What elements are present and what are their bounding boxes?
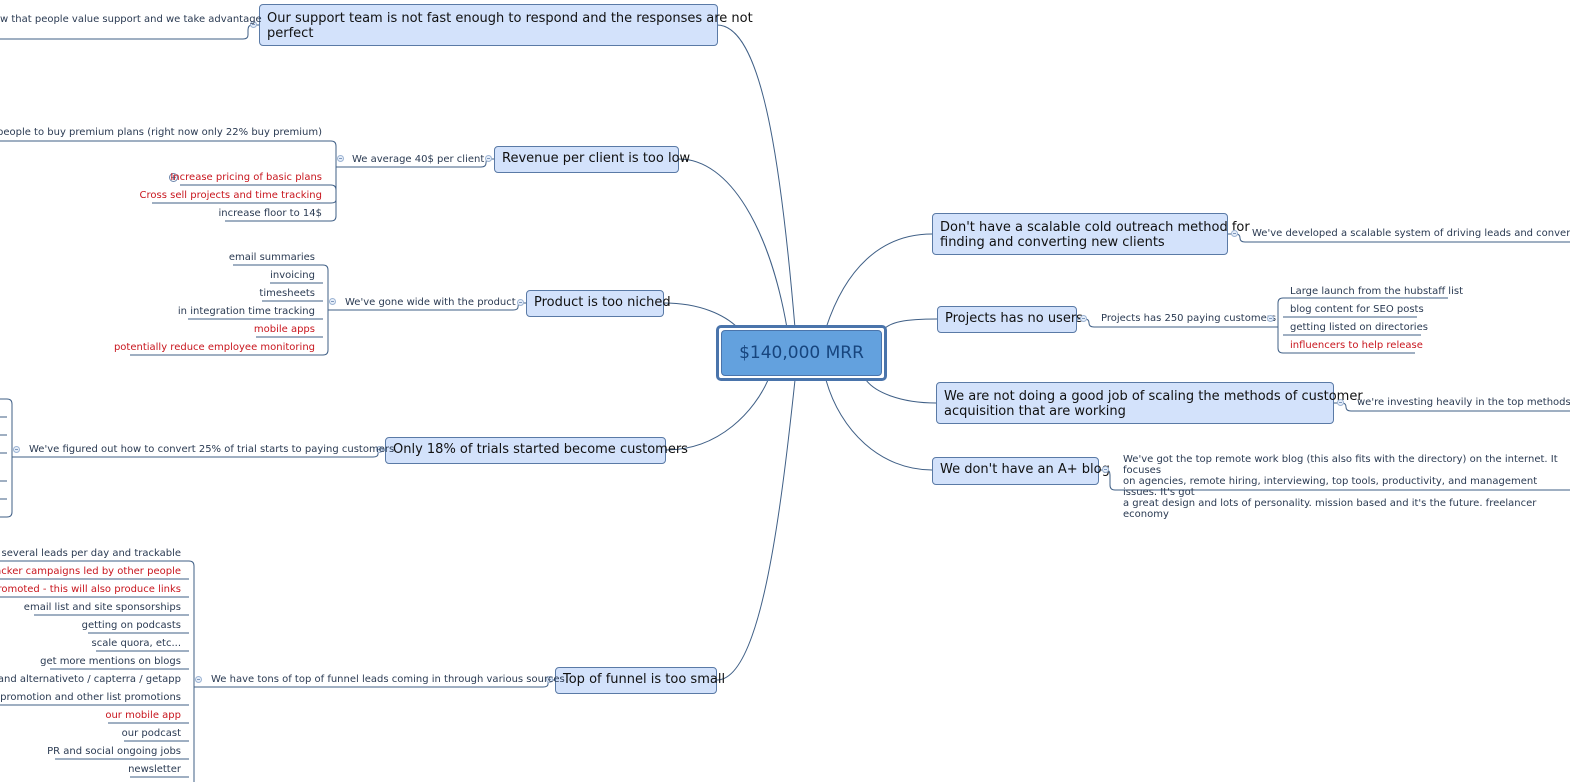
outreach-subtopic[interactable]: We've developed a scalable system of dri…	[1252, 228, 1570, 240]
collapse-toggle-icon[interactable]	[517, 299, 524, 306]
funnel-subtopic[interactable]: We have tons of top of funnel leads comi…	[211, 674, 565, 686]
funnel-leaf[interactable]: get more mentions on blogs	[40, 656, 181, 668]
link-revenue	[678, 158, 788, 329]
collapse-toggle-icon[interactable]	[329, 298, 336, 305]
collapse-toggle-icon[interactable]	[1080, 315, 1087, 322]
topic-support-line1: Our support team is not fast enough to r…	[267, 11, 753, 26]
projects-subtopic[interactable]: Projects has 250 paying customers	[1101, 313, 1276, 325]
support-subtopic[interactable]: w that people value support and we take …	[0, 14, 262, 26]
link-outreach	[825, 233, 933, 329]
projects-leaf[interactable]: getting listed on directories	[1290, 322, 1428, 334]
link-support	[716, 24, 796, 329]
collapse-toggle-icon[interactable]	[337, 155, 344, 162]
niched-leaf[interactable]: invoicing	[270, 270, 315, 282]
projects-leaf[interactable]: Large launch from the hubstaff list	[1290, 286, 1463, 298]
funnel-leaf[interactable]: PR and social ongoing jobs	[47, 746, 181, 758]
topic-support[interactable]: Our support team is not fast enough to r…	[259, 4, 753, 46]
topic-blog[interactable]: We don't have an A+ blog	[932, 457, 1110, 485]
topic-niched[interactable]: Product is too niched	[526, 290, 671, 317]
projects-leaf[interactable]: blog content for SEO posts	[1290, 304, 1424, 316]
funnel-leaf[interactable]: send several leads per day and trackable	[0, 548, 181, 560]
funnel-leaf[interactable]: our mobile app	[105, 710, 181, 722]
topic-scaling-line2: acquisition that are working	[944, 404, 1126, 419]
niched-leaf[interactable]: email summaries	[229, 252, 315, 264]
funnel-leaf[interactable]: our podcast	[122, 728, 181, 740]
funnel-leaf[interactable]: getting on podcasts	[82, 620, 181, 632]
niched-leaf[interactable]: timesheets	[259, 288, 315, 300]
topic-funnel[interactable]: Top of funnel is too small	[555, 667, 725, 694]
niched-subtopic[interactable]: We've gone wide with the product	[345, 297, 516, 309]
link-funnel	[716, 379, 796, 681]
niched-leaf[interactable]: mobile apps	[254, 324, 315, 336]
projects-leaf[interactable]: influencers to help release	[1290, 340, 1423, 352]
funnel-leaf[interactable]: email list and site sponsorships	[24, 602, 181, 614]
topic-outreach[interactable]: Don't have a scalable cold outreach meth…	[932, 213, 1250, 255]
topic-support-line2: perfect	[267, 26, 314, 41]
revenue-leaf[interactable]: Increase pricing of basic plans	[170, 172, 322, 184]
collapse-toggle-icon[interactable]	[195, 676, 202, 683]
link-trials	[665, 379, 769, 451]
link-blog	[825, 379, 933, 471]
trials-subtopic[interactable]: We've figured out how to convert 25% of …	[29, 444, 394, 456]
topic-outreach-line1: Don't have a scalable cold outreach meth…	[940, 220, 1250, 235]
topic-projects[interactable]: Projects has no users	[937, 306, 1083, 333]
topic-outreach-line2: finding and converting new clients	[940, 235, 1165, 250]
funnel-leaf[interactable]: mo promotion and other list promotions	[0, 692, 181, 704]
collapse-toggle-icon[interactable]	[1337, 399, 1344, 406]
niched-leaf[interactable]: potentially reduce employee monitoring	[114, 342, 315, 354]
topic-revenue[interactable]: Revenue per client is too low	[494, 146, 690, 173]
revenue-subtopic[interactable]: We average 40$ per client	[352, 154, 484, 166]
revenue-leaf[interactable]: increase floor to 14$	[219, 208, 322, 220]
topic-scaling[interactable]: We are not doing a good job of scaling t…	[936, 382, 1363, 424]
collapse-toggle-icon[interactable]	[13, 446, 20, 453]
collapse-toggle-icon[interactable]	[1267, 315, 1274, 322]
blog-subtopic-line1: We've got the top remote work blog (this…	[1123, 454, 1558, 476]
central-topic-label: $140,000 MRR	[721, 330, 882, 376]
collapse-toggle-icon[interactable]	[485, 155, 492, 162]
scaling-subtopic[interactable]: we're investing heavily in the top metho…	[1357, 397, 1570, 409]
topic-scaling-line1: We are not doing a good job of scaling t…	[944, 389, 1363, 404]
collapse-toggle-icon[interactable]	[1231, 230, 1238, 237]
blog-subtopic-line3: a great design and lots of personality. …	[1123, 498, 1537, 520]
link-projects	[882, 318, 938, 331]
link-scaling	[865, 379, 937, 404]
funnel-leaf[interactable]: h hacker campaigns led by other people	[0, 566, 181, 578]
funnel-leaf[interactable]: newsletter	[128, 764, 181, 776]
blog-subtopic-line2: on agencies, remote hiring, interviewing…	[1123, 476, 1538, 498]
funnel-leaf[interactable]: e promoted - this will also produce link…	[0, 584, 181, 596]
central-topic[interactable]: $140,000 MRR	[716, 325, 887, 381]
topic-trials[interactable]: Only 18% of trials started become custom…	[385, 437, 688, 464]
funnel-leaf[interactable]: expand alternativeto / capterra / getapp	[0, 674, 181, 686]
collapse-toggle-icon[interactable]	[1102, 466, 1109, 473]
revenue-leaf[interactable]: more people to buy premium plans (right …	[0, 127, 322, 139]
blog-subtopic[interactable]: We've got the top remote work blog (this…	[1123, 454, 1563, 520]
niched-leaf[interactable]: in integration time tracking	[178, 306, 315, 318]
funnel-leaf[interactable]: scale quora, etc...	[92, 638, 181, 650]
revenue-leaf[interactable]: Cross sell projects and time tracking	[140, 190, 322, 202]
